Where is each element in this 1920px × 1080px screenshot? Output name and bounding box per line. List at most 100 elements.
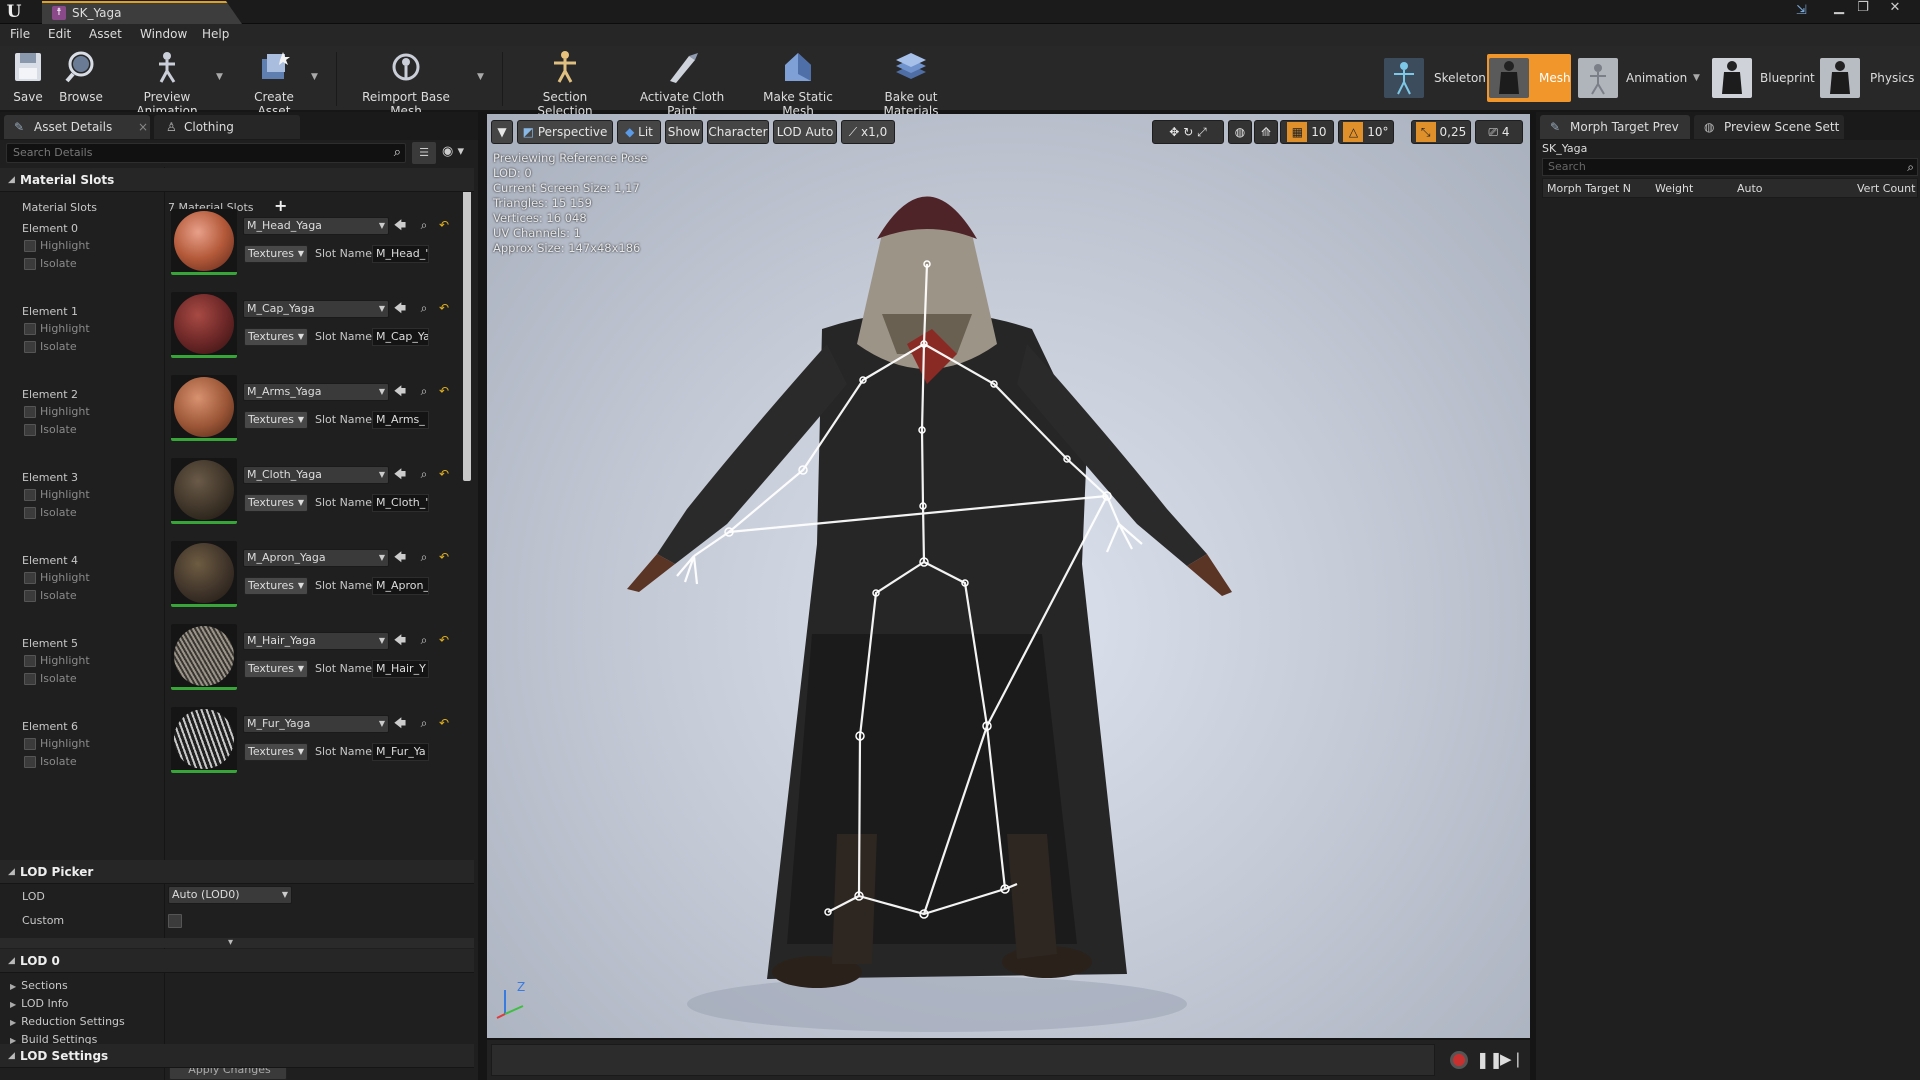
use-selected-arrow-icon[interactable]: 🡄 xyxy=(393,218,407,232)
browse-magnifier-icon[interactable]: ⌕ xyxy=(417,716,431,730)
textures-dropdown[interactable]: Textures ▼ xyxy=(244,245,308,263)
slot-name-input[interactable]: M_Cloth_' xyxy=(372,494,429,512)
viewport-options-button[interactable]: ▼ xyxy=(491,120,513,144)
world-local-icon[interactable]: ◍ xyxy=(1228,120,1252,144)
mode-animation-button[interactable]: Animation ▼ xyxy=(1578,54,1702,102)
unreal-logo-icon[interactable]: U xyxy=(2,1,26,23)
perspective-button[interactable]: ◩ Perspective xyxy=(517,120,613,144)
isolate-checkbox[interactable] xyxy=(24,756,36,768)
tab-close-icon[interactable]: × xyxy=(138,115,148,139)
material-thumbnail[interactable] xyxy=(171,209,237,275)
isolate-checkbox[interactable] xyxy=(24,590,36,602)
highlight-checkbox[interactable] xyxy=(24,240,36,252)
material-thumbnail[interactable] xyxy=(171,624,237,690)
viewport[interactable]: ▼ ◩ Perspective ◆ Lit Show Character LOD… xyxy=(487,114,1530,1038)
col-auto[interactable]: Auto xyxy=(1737,182,1763,195)
highlight-checkbox[interactable] xyxy=(24,323,36,335)
details-search-input[interactable]: Search Details ⌕ xyxy=(6,143,406,163)
browse-magnifier-icon[interactable]: ⌕ xyxy=(417,467,431,481)
lod0-header[interactable]: ◢ LOD 0 xyxy=(0,949,474,973)
visibility-eye-icon[interactable]: ◉ ▾ xyxy=(442,144,474,162)
details-scrollbar[interactable] xyxy=(463,171,471,481)
lod0-item[interactable]: ▶ Reduction Settings xyxy=(10,1015,125,1028)
tab-clothing[interactable]: ♙ Clothing xyxy=(154,115,300,139)
tab-asset-details[interactable]: ✎ Asset Details × xyxy=(4,115,150,139)
textures-dropdown[interactable]: Textures ▼ xyxy=(244,328,308,346)
material-select[interactable]: M_Apron_Yaga ▼ xyxy=(243,549,389,567)
material-thumbnail[interactable] xyxy=(171,458,237,524)
browse-magnifier-icon[interactable]: ⌕ xyxy=(417,550,431,564)
grid-snap-button[interactable]: ▦ 10 xyxy=(1280,120,1334,144)
document-tab[interactable]: ☨ SK_Yaga xyxy=(42,1,242,24)
material-select[interactable]: M_Head_Yaga ▼ xyxy=(243,217,389,235)
reset-to-default-icon[interactable]: ↶ xyxy=(437,384,451,398)
material-thumbnail[interactable] xyxy=(171,292,237,358)
menu-window[interactable]: Window xyxy=(140,27,187,41)
material-select[interactable]: M_Arms_Yaga ▼ xyxy=(243,383,389,401)
textures-dropdown[interactable]: Textures ▼ xyxy=(244,494,308,512)
reimport-dropdown-icon[interactable]: ▼ xyxy=(477,72,484,82)
use-selected-arrow-icon[interactable]: 🡄 xyxy=(393,550,407,564)
tab-morph-target-preview[interactable]: ✎ Morph Target Prev xyxy=(1540,115,1690,139)
mode-mesh-button[interactable]: Mesh xyxy=(1487,54,1571,102)
use-selected-arrow-icon[interactable]: 🡄 xyxy=(393,384,407,398)
scale-icon[interactable]: ⤢ xyxy=(1197,125,1207,139)
show-button[interactable]: Show xyxy=(665,120,703,144)
bake-out-materials-button[interactable]: Bake out Materials xyxy=(856,50,966,118)
slot-name-input[interactable]: M_Fur_Ya xyxy=(372,743,429,761)
minimize-icon[interactable]: ▁ xyxy=(1828,0,1850,18)
material-thumbnail[interactable] xyxy=(171,707,237,773)
isolate-checkbox[interactable] xyxy=(24,424,36,436)
browse-magnifier-icon[interactable]: ⌕ xyxy=(417,633,431,647)
isolate-checkbox[interactable] xyxy=(24,341,36,353)
lit-button[interactable]: ◆ Lit xyxy=(617,120,661,144)
menu-help[interactable]: Help xyxy=(202,27,229,41)
character-preview[interactable] xyxy=(487,114,1530,1038)
scale-snap-button[interactable]: ⤡ 0,25 xyxy=(1411,120,1471,144)
preview-animation-button[interactable]: Preview Animation xyxy=(112,50,222,118)
highlight-checkbox[interactable] xyxy=(24,406,36,418)
slot-name-input[interactable]: M_Arms_ xyxy=(372,411,429,429)
textures-dropdown[interactable]: Textures ▼ xyxy=(244,743,308,761)
reset-to-default-icon[interactable]: ↶ xyxy=(437,550,451,564)
record-icon[interactable] xyxy=(1450,1051,1468,1069)
material-select[interactable]: M_Cloth_Yaga ▼ xyxy=(243,466,389,484)
use-selected-arrow-icon[interactable]: 🡄 xyxy=(393,716,407,730)
slot-name-input[interactable]: M_Apron_ xyxy=(372,577,429,595)
browse-magnifier-icon[interactable]: ⌕ xyxy=(417,384,431,398)
slot-name-input[interactable]: M_Cap_Ya xyxy=(372,328,429,346)
reset-to-default-icon[interactable]: ↶ xyxy=(437,218,451,232)
notification-icon[interactable]: ⇲ xyxy=(1796,3,1812,18)
isolate-checkbox[interactable] xyxy=(24,507,36,519)
highlight-checkbox[interactable] xyxy=(24,655,36,667)
lod-select[interactable]: Auto (LOD0) ▼ xyxy=(168,886,292,904)
isolate-checkbox[interactable] xyxy=(24,258,36,270)
use-selected-arrow-icon[interactable]: 🡄 xyxy=(393,467,407,481)
restore-icon[interactable]: ❐ xyxy=(1852,0,1874,18)
lod-settings-header[interactable]: ◢ LOD Settings xyxy=(0,1044,474,1068)
lod0-item[interactable]: ▶ Sections xyxy=(10,979,68,992)
col-weight[interactable]: Weight xyxy=(1655,182,1693,195)
lod-auto-button[interactable]: LOD Auto xyxy=(773,120,837,144)
surface-snap-icon[interactable]: ⟰ xyxy=(1254,120,1278,144)
col-morph-target-name[interactable]: Morph Target N xyxy=(1547,182,1631,195)
textures-dropdown[interactable]: Textures ▼ xyxy=(244,660,308,678)
make-static-mesh-button[interactable]: Make Static Mesh xyxy=(748,50,848,118)
mode-skeleton-button[interactable]: Skeleton xyxy=(1384,54,1486,102)
view-options-icon[interactable]: ☰ xyxy=(412,142,436,164)
rotate-icon[interactable]: ↻ xyxy=(1183,125,1193,139)
menu-asset[interactable]: Asset xyxy=(89,27,122,41)
browse-magnifier-icon[interactable]: ⌕ xyxy=(417,301,431,315)
advanced-expander[interactable] xyxy=(0,938,474,948)
lod0-item[interactable]: ▶ LOD Info xyxy=(10,997,68,1010)
material-select[interactable]: M_Cap_Yaga ▼ xyxy=(243,300,389,318)
reset-to-default-icon[interactable]: ↶ xyxy=(437,467,451,481)
use-selected-arrow-icon[interactable]: 🡄 xyxy=(393,301,407,315)
expand-arrow-icon[interactable]: ▾ xyxy=(228,937,233,948)
character-button[interactable]: Character xyxy=(707,120,769,144)
create-asset-dropdown-icon[interactable]: ▼ xyxy=(311,72,318,82)
reset-to-default-icon[interactable]: ↶ xyxy=(437,301,451,315)
isolate-checkbox[interactable] xyxy=(24,673,36,685)
textures-dropdown[interactable]: Textures ▼ xyxy=(244,411,308,429)
material-select[interactable]: M_Hair_Yaga ▼ xyxy=(243,632,389,650)
